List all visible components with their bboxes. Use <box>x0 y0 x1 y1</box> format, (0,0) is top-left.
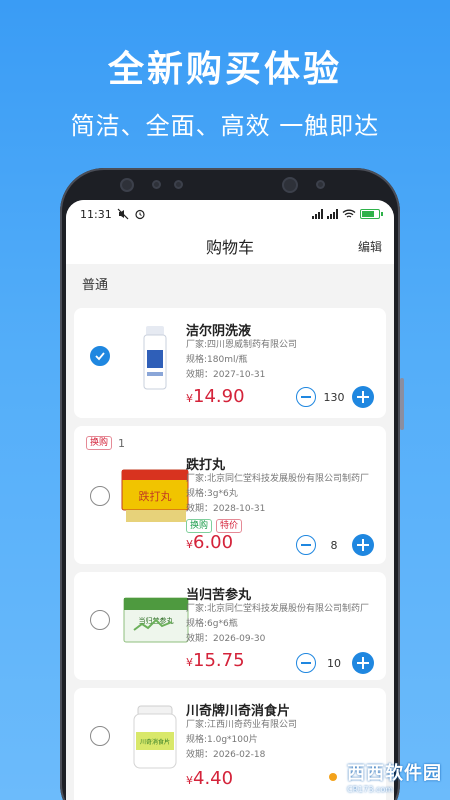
quantity-stepper: 10 <box>296 652 374 674</box>
cart-item: 洁尔阴洗液 厂家:四川恩威制药有限公司 规格:180ml/瓶 效期：2027-1… <box>74 308 386 418</box>
product-spec: 规格:6g*6瓶 <box>186 619 238 629</box>
product-manufacturer: 厂家:北京同仁堂科技发展股份有限公司制药厂 <box>186 474 370 484</box>
item-checkbox[interactable] <box>90 610 110 630</box>
sensor-icon <box>174 180 183 189</box>
product-expiry: 效期：2028-10-31 <box>186 504 266 514</box>
watermark-url: CR173.com <box>347 785 394 794</box>
promo-subtitle: 简洁、全面、高效 一触即达 <box>70 112 380 140</box>
cart-item: 换购 1 跌打丸 跌打丸 厂家:北京同仁堂科技发展股份有限公司制药厂 规格:3g… <box>74 426 386 564</box>
box-label: 川奇消食片 <box>140 738 170 746</box>
watermark-text: 西西软件园 <box>347 763 442 784</box>
check-icon <box>95 352 105 361</box>
app-screen: 11:31 购物车 编辑 普通 洁尔阴洗液 厂家:四川恩威制药有限公司 规格:1… <box>66 200 394 800</box>
increase-button[interactable] <box>352 652 374 674</box>
increase-button[interactable] <box>352 534 374 556</box>
item-checkbox[interactable] <box>90 726 110 746</box>
product-name[interactable]: 川奇牌川奇消食片 <box>186 700 378 719</box>
product-name[interactable]: 洁尔阴洗液 <box>186 320 378 339</box>
decrease-button[interactable] <box>296 535 316 555</box>
quantity-value[interactable]: 130 <box>322 391 346 404</box>
cart-item: 当归苦参丸 当归苦参丸 厂家:北京同仁堂科技发展股份有限公司制药厂 规格:6g*… <box>74 572 386 680</box>
watermark-logo-icon <box>322 766 344 787</box>
product-name[interactable]: 跌打丸 <box>186 454 378 473</box>
edit-button[interactable]: 编辑 <box>358 238 382 255</box>
product-expiry: 效期：2026-09-30 <box>186 634 266 644</box>
section-label: 普通 <box>66 264 394 308</box>
product-image: 川奇消食片 <box>133 705 177 769</box>
exchange-badge: 换购 <box>186 519 213 533</box>
exchange-tag: 换购 <box>86 436 113 450</box>
product-price: ¥14.90 <box>186 386 245 407</box>
signal-icon <box>312 209 323 219</box>
volume-button <box>400 378 404 430</box>
quantity-value[interactable]: 8 <box>322 539 346 552</box>
product-manufacturer: 厂家:江西川奇药业有限公司 <box>186 720 298 730</box>
promo-title: 全新购买体验 <box>107 49 342 90</box>
product-name[interactable]: 当归苦参丸 <box>186 584 378 603</box>
product-manufacturer: 厂家:四川恩威制药有限公司 <box>186 340 298 350</box>
product-spec: 规格:3g*6丸 <box>186 489 238 499</box>
product-spec: 规格:1.0g*100片 <box>186 735 258 745</box>
quantity-stepper: 130 <box>296 386 374 408</box>
wifi-icon <box>342 209 356 218</box>
watermark: 西西软件园 CR173.com <box>322 759 442 794</box>
exchange-count: 1 <box>118 436 126 450</box>
product-manufacturer: 厂家:北京同仁堂科技发展股份有限公司制药厂 <box>186 604 370 614</box>
front-camera-icon <box>282 177 298 193</box>
decrease-button[interactable] <box>296 653 316 673</box>
product-price: ¥15.75 <box>186 650 245 671</box>
sensor-icon <box>152 180 161 189</box>
battery-icon <box>360 209 383 219</box>
product-expiry: 效期：2027-10-31 <box>186 370 266 380</box>
sale-badge: 特价 <box>216 519 243 533</box>
page-title: 购物车 <box>205 238 254 257</box>
product-spec: 规格:180ml/瓶 <box>186 355 248 365</box>
product-image: 跌打丸 <box>121 469 189 522</box>
exchange-row: 换购 1 <box>86 436 125 450</box>
alarm-icon <box>135 209 145 220</box>
nav-bar: 购物车 编辑 <box>66 228 394 264</box>
box-label: 跌打丸 <box>139 489 172 503</box>
camera-icon <box>120 178 134 192</box>
product-image: 当归苦参丸 <box>123 597 189 643</box>
product-price: ¥4.40 <box>186 768 234 789</box>
mute-icon <box>117 208 129 220</box>
quantity-value[interactable]: 10 <box>322 657 346 670</box>
quantity-stepper: 8 <box>296 534 374 556</box>
product-image <box>143 326 167 390</box>
status-time: 11:31 <box>80 207 112 221</box>
increase-button[interactable] <box>352 386 374 408</box>
signal-icon <box>327 209 338 219</box>
product-price: ¥6.00 <box>186 532 234 553</box>
status-bar: 11:31 <box>66 200 394 228</box>
sensor-icon <box>316 180 325 189</box>
item-checkbox[interactable] <box>90 486 110 506</box>
item-checkbox[interactable] <box>90 346 110 366</box>
decrease-button[interactable] <box>296 387 316 407</box>
